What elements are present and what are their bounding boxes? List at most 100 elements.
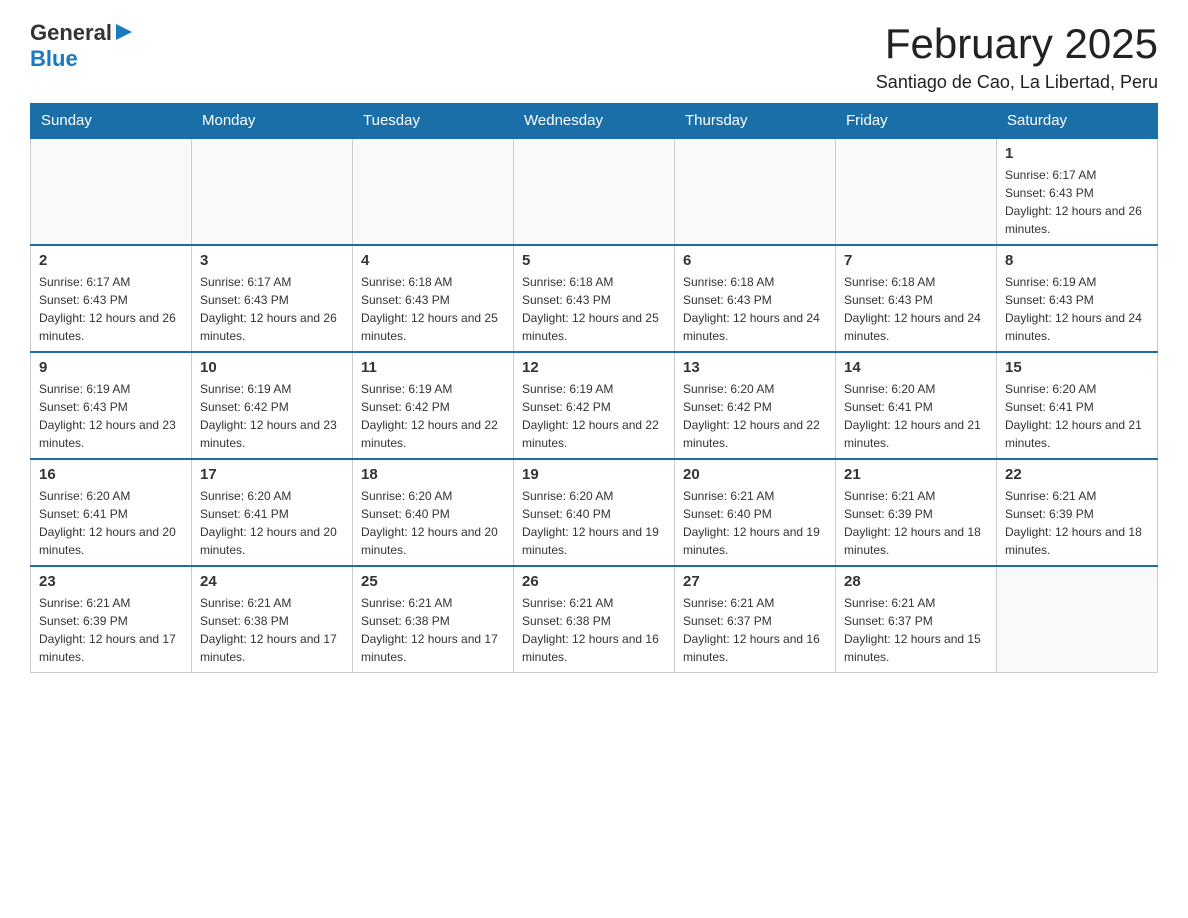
days-header-row: SundayMondayTuesdayWednesdayThursdayFrid…	[31, 104, 1158, 139]
day-info: Sunrise: 6:18 AM Sunset: 6:43 PM Dayligh…	[361, 273, 505, 345]
day-info: Sunrise: 6:20 AM Sunset: 6:40 PM Dayligh…	[361, 487, 505, 559]
calendar-week-5: 23 Sunrise: 6:21 AM Sunset: 6:39 PM Dayli…	[31, 566, 1158, 673]
logo-blue-text: Blue	[30, 46, 78, 71]
day-info: Sunrise: 6:17 AM Sunset: 6:43 PM Dayligh…	[1005, 166, 1149, 238]
day-number: 26	[522, 573, 666, 590]
logo-general-text: General	[30, 20, 112, 46]
day-number: 13	[683, 359, 827, 376]
day-info: Sunrise: 6:20 AM Sunset: 6:41 PM Dayligh…	[844, 380, 988, 452]
calendar-cell: 10 Sunrise: 6:19 AM Sunset: 6:42 PM Dayli…	[192, 352, 353, 459]
day-number: 1	[1005, 145, 1149, 162]
day-number: 7	[844, 252, 988, 269]
day-info: Sunrise: 6:18 AM Sunset: 6:43 PM Dayligh…	[844, 273, 988, 345]
calendar-cell: 27Sunrise: 6:21 AM Sunset: 6:37 PM Dayli…	[675, 566, 836, 673]
day-header-tuesday: Tuesday	[353, 104, 514, 139]
day-info: Sunrise: 6:20 AM Sunset: 6:42 PM Dayligh…	[683, 380, 827, 452]
calendar-cell: 2 Sunrise: 6:17 AM Sunset: 6:43 PM Daylig…	[31, 245, 192, 352]
calendar-week-2: 2 Sunrise: 6:17 AM Sunset: 6:43 PM Daylig…	[31, 245, 1158, 352]
day-number: 4	[361, 252, 505, 269]
calendar-cell	[353, 138, 514, 245]
day-number: 2	[39, 252, 183, 269]
calendar-week-4: 16 Sunrise: 6:20 AM Sunset: 6:41 PM Dayli…	[31, 459, 1158, 566]
day-info: Sunrise: 6:21 AM Sunset: 6:39 PM Dayligh…	[39, 594, 183, 666]
calendar-cell: 23 Sunrise: 6:21 AM Sunset: 6:39 PM Dayli…	[31, 566, 192, 673]
calendar-cell: 28 Sunrise: 6:21 AM Sunset: 6:37 PM Dayli…	[836, 566, 997, 673]
day-info: Sunrise: 6:19 AM Sunset: 6:43 PM Dayligh…	[39, 380, 183, 452]
calendar-cell: 22Sunrise: 6:21 AM Sunset: 6:39 PM Dayli…	[997, 459, 1158, 566]
calendar-cell: 8 Sunrise: 6:19 AM Sunset: 6:43 PM Daylig…	[997, 245, 1158, 352]
calendar-week-1: 1 Sunrise: 6:17 AM Sunset: 6:43 PM Daylig…	[31, 138, 1158, 245]
day-number: 22	[1005, 466, 1149, 483]
day-number: 20	[683, 466, 827, 483]
day-info: Sunrise: 6:20 AM Sunset: 6:41 PM Dayligh…	[200, 487, 344, 559]
calendar-cell	[836, 138, 997, 245]
calendar-cell	[675, 138, 836, 245]
day-info: Sunrise: 6:21 AM Sunset: 6:38 PM Dayligh…	[200, 594, 344, 666]
page-header: General Blue February 2025 Santiago de C…	[30, 20, 1158, 93]
day-number: 9	[39, 359, 183, 376]
day-number: 27	[683, 573, 827, 590]
day-info: Sunrise: 6:18 AM Sunset: 6:43 PM Dayligh…	[683, 273, 827, 345]
day-number: 3	[200, 252, 344, 269]
day-number: 25	[361, 573, 505, 590]
day-header-sunday: Sunday	[31, 104, 192, 139]
calendar-title: February 2025	[876, 20, 1158, 68]
day-header-monday: Monday	[192, 104, 353, 139]
calendar-cell: 16 Sunrise: 6:20 AM Sunset: 6:41 PM Dayli…	[31, 459, 192, 566]
day-number: 11	[361, 359, 505, 376]
day-info: Sunrise: 6:19 AM Sunset: 6:42 PM Dayligh…	[200, 380, 344, 452]
day-info: Sunrise: 6:20 AM Sunset: 6:41 PM Dayligh…	[39, 487, 183, 559]
calendar-cell	[997, 566, 1158, 673]
calendar-cell: 12 Sunrise: 6:19 AM Sunset: 6:42 PM Dayli…	[514, 352, 675, 459]
title-block: February 2025 Santiago de Cao, La Libert…	[876, 20, 1158, 93]
calendar-cell: 11 Sunrise: 6:19 AM Sunset: 6:42 PM Dayli…	[353, 352, 514, 459]
calendar-cell: 26 Sunrise: 6:21 AM Sunset: 6:38 PM Dayli…	[514, 566, 675, 673]
calendar-cell: 20 Sunrise: 6:21 AM Sunset: 6:40 PM Dayli…	[675, 459, 836, 566]
day-header-wednesday: Wednesday	[514, 104, 675, 139]
day-info: Sunrise: 6:21 AM Sunset: 6:38 PM Dayligh…	[361, 594, 505, 666]
calendar-cell: 1 Sunrise: 6:17 AM Sunset: 6:43 PM Daylig…	[997, 138, 1158, 245]
calendar-cell: 25 Sunrise: 6:21 AM Sunset: 6:38 PM Dayli…	[353, 566, 514, 673]
calendar-cell: 13 Sunrise: 6:20 AM Sunset: 6:42 PM Dayli…	[675, 352, 836, 459]
logo-arrow-icon	[116, 24, 132, 45]
calendar-cell: 18 Sunrise: 6:20 AM Sunset: 6:40 PM Dayli…	[353, 459, 514, 566]
day-number: 16	[39, 466, 183, 483]
day-info: Sunrise: 6:17 AM Sunset: 6:43 PM Dayligh…	[39, 273, 183, 345]
day-info: Sunrise: 6:21 AM Sunset: 6:40 PM Dayligh…	[683, 487, 827, 559]
day-info: Sunrise: 6:19 AM Sunset: 6:43 PM Dayligh…	[1005, 273, 1149, 345]
day-info: Sunrise: 6:18 AM Sunset: 6:43 PM Dayligh…	[522, 273, 666, 345]
calendar-cell: 17 Sunrise: 6:20 AM Sunset: 6:41 PM Dayli…	[192, 459, 353, 566]
calendar-cell: 15Sunrise: 6:20 AM Sunset: 6:41 PM Dayli…	[997, 352, 1158, 459]
day-info: Sunrise: 6:21 AM Sunset: 6:39 PM Dayligh…	[844, 487, 988, 559]
day-info: Sunrise: 6:20 AM Sunset: 6:41 PM Dayligh…	[1005, 380, 1149, 452]
day-header-saturday: Saturday	[997, 104, 1158, 139]
calendar-cell	[192, 138, 353, 245]
day-number: 14	[844, 359, 988, 376]
day-number: 10	[200, 359, 344, 376]
day-number: 28	[844, 573, 988, 590]
calendar-table: SundayMondayTuesdayWednesdayThursdayFrid…	[30, 103, 1158, 673]
day-number: 19	[522, 466, 666, 483]
calendar-cell: 5Sunrise: 6:18 AM Sunset: 6:43 PM Daylig…	[514, 245, 675, 352]
calendar-cell: 14 Sunrise: 6:20 AM Sunset: 6:41 PM Dayli…	[836, 352, 997, 459]
calendar-subtitle: Santiago de Cao, La Libertad, Peru	[876, 72, 1158, 93]
day-number: 23	[39, 573, 183, 590]
calendar-cell	[514, 138, 675, 245]
day-info: Sunrise: 6:21 AM Sunset: 6:38 PM Dayligh…	[522, 594, 666, 666]
day-number: 17	[200, 466, 344, 483]
day-info: Sunrise: 6:19 AM Sunset: 6:42 PM Dayligh…	[361, 380, 505, 452]
day-number: 8	[1005, 252, 1149, 269]
day-number: 18	[361, 466, 505, 483]
calendar-cell: 21Sunrise: 6:21 AM Sunset: 6:39 PM Dayli…	[836, 459, 997, 566]
day-info: Sunrise: 6:19 AM Sunset: 6:42 PM Dayligh…	[522, 380, 666, 452]
calendar-cell: 4 Sunrise: 6:18 AM Sunset: 6:43 PM Daylig…	[353, 245, 514, 352]
day-number: 12	[522, 359, 666, 376]
day-info: Sunrise: 6:21 AM Sunset: 6:37 PM Dayligh…	[844, 594, 988, 666]
day-header-friday: Friday	[836, 104, 997, 139]
day-number: 24	[200, 573, 344, 590]
calendar-cell: 24 Sunrise: 6:21 AM Sunset: 6:38 PM Dayli…	[192, 566, 353, 673]
calendar-week-3: 9 Sunrise: 6:19 AM Sunset: 6:43 PM Daylig…	[31, 352, 1158, 459]
calendar-cell: 9 Sunrise: 6:19 AM Sunset: 6:43 PM Daylig…	[31, 352, 192, 459]
calendar-cell	[31, 138, 192, 245]
day-info: Sunrise: 6:17 AM Sunset: 6:43 PM Dayligh…	[200, 273, 344, 345]
